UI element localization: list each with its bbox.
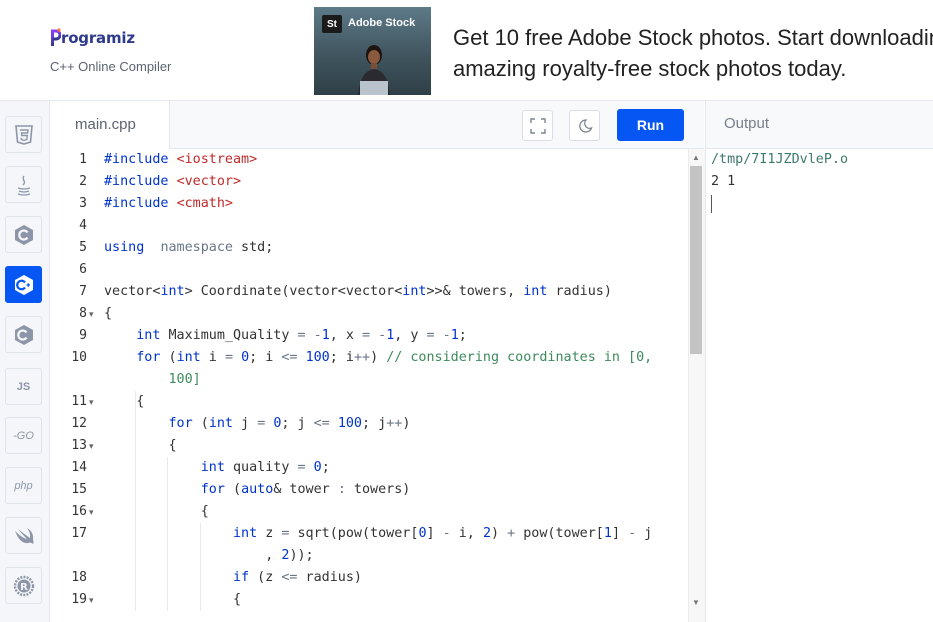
lang-c-button[interactable] [5, 216, 42, 253]
output-header: Output [705, 101, 933, 149]
line-number: 7 [79, 284, 87, 299]
line-number [50, 369, 87, 391]
code-line: 100] [168, 372, 201, 387]
line-number: 2 [79, 174, 87, 189]
ad-brand: Adobe Stock [348, 17, 416, 29]
page-subtitle: C++ Online Compiler [50, 59, 172, 74]
lang-swift-button[interactable] [5, 517, 42, 554]
editor-scrollbar-thumb[interactable] [690, 166, 702, 354]
fold-arrow-icon[interactable]: ▾ [89, 435, 94, 457]
line-number: 5 [79, 240, 87, 255]
fold-arrow-icon[interactable]: ▾ [89, 501, 94, 523]
html5-icon [14, 124, 33, 145]
rust-icon: R [13, 575, 34, 596]
fold-arrow-icon[interactable]: ▾ [89, 589, 94, 611]
line-number: 11 [71, 394, 87, 409]
code-line: , 2)); [104, 548, 314, 563]
ad-text-line-2: amazing royalty-free stock photos today. [453, 56, 847, 81]
line-number: 15 [71, 482, 87, 497]
code-line: for (int j = 0; j <= 100; j++) [168, 416, 411, 431]
code-line: using namespace std; [104, 240, 274, 255]
lang-go-button[interactable]: -GO [5, 417, 42, 454]
editor-toolbar: main.cpp Run [50, 101, 704, 149]
line-number: 3 [79, 196, 87, 211]
output-cursor [711, 195, 712, 213]
line-number: 17 [71, 526, 87, 541]
programiz-logo[interactable]: rogramiz [50, 26, 135, 50]
code-line: int quality = 0; [200, 460, 330, 475]
line-number: 1 [79, 152, 87, 167]
file-tab-main-cpp[interactable]: main.cpp [50, 101, 170, 149]
scroll-down-arrow-icon[interactable]: ▼ [692, 598, 700, 607]
lang-cpp-button[interactable] [5, 266, 42, 303]
ad-text-line-1: Get 10 free Adobe Stock photos. Start do… [453, 25, 933, 50]
ad-text[interactable]: Get 10 free Adobe Stock photos. Start do… [453, 22, 933, 84]
java-icon [17, 175, 30, 196]
line-number-gutter: 1 2 3 4 5 6 7 8 ▾ 9 10 11 ▾ 12 13 ▾ 14 15 16 ▾ 17 18 19 ▾ [50, 149, 100, 622]
output-panel[interactable]: /tmp/7I1JZDvleP.o 2 1 [705, 149, 933, 622]
programiz-logo-icon [50, 28, 62, 48]
line-number: 18 [71, 570, 87, 585]
svg-text:R: R [20, 582, 28, 593]
code-line: { [104, 394, 145, 409]
output-result: 2 1 [711, 174, 736, 189]
run-button[interactable]: Run [617, 109, 684, 141]
scroll-up-arrow-icon[interactable]: ▲ [692, 153, 700, 162]
javascript-label: JS [16, 380, 31, 393]
code-line: for (auto& tower : towers) [200, 482, 411, 497]
line-number: 19 [71, 592, 87, 607]
line-number: 16 [71, 504, 87, 519]
lang-csharp-button[interactable] [5, 316, 42, 353]
logo-text: rogramiz [61, 29, 135, 47]
line-number: 14 [71, 460, 87, 475]
fullscreen-button[interactable] [522, 110, 553, 141]
code-line: for (int i = 0; i <= 100; i++) // consid… [136, 350, 653, 365]
code-line: vector<int> Coordinate(vector<vector<int… [104, 284, 612, 299]
lang-javascript-button[interactable]: JS [5, 368, 42, 405]
cpp-icon [14, 274, 33, 295]
code-line: if (z <= radius) [233, 570, 362, 585]
header: rogramiz C++ Online Compiler St Adobe St… [0, 0, 933, 101]
line-number: 12 [71, 416, 87, 431]
ad-person-photo [358, 45, 390, 95]
line-number: 10 [71, 350, 87, 365]
line-number: 9 [79, 328, 87, 343]
adobe-stock-badge: St [322, 15, 342, 33]
output-title: Output [724, 115, 770, 132]
c-icon [14, 224, 33, 245]
theme-toggle-button[interactable] [569, 110, 600, 141]
lang-rust-button[interactable]: R [5, 567, 42, 604]
code-line: { [104, 306, 113, 321]
code-line: #include <vector> [104, 174, 242, 189]
code-editor[interactable]: 1 2 3 4 5 6 7 8 ▾ 9 10 11 ▾ 12 13 ▾ 14 15 16 ▾ 17 18 19 ▾ #incl… [50, 149, 688, 622]
go-label: -GO [13, 429, 34, 442]
swift-icon [14, 527, 33, 544]
moon-icon [578, 118, 593, 133]
php-label: php [14, 479, 33, 492]
code-line: #include <iostream> [104, 152, 258, 167]
code-line: { [104, 592, 242, 607]
line-number [50, 545, 87, 567]
lang-html5-button[interactable] [5, 116, 42, 153]
output-path: /tmp/7I1JZDvleP.o [711, 152, 849, 167]
code-line: int Maximum_Quality = -1, x = -1, y = -1… [136, 328, 467, 343]
fullscreen-icon [529, 117, 546, 134]
language-sidebar: JS -GO php R [0, 101, 50, 622]
line-number: 8 [79, 306, 87, 321]
lang-php-button[interactable]: php [5, 467, 42, 504]
csharp-icon [14, 324, 33, 345]
line-number: 4 [79, 218, 87, 233]
fold-arrow-icon[interactable]: ▾ [89, 391, 94, 413]
line-number: 6 [79, 262, 87, 277]
ad-image[interactable]: St Adobe Stock [314, 7, 431, 95]
fold-arrow-icon[interactable]: ▾ [89, 303, 94, 325]
lang-java-button[interactable] [5, 166, 42, 203]
code-line: int z = sqrt(pow(tower[0] - i, 2) + pow(… [233, 526, 653, 541]
code-line: #include <cmath> [104, 196, 233, 211]
line-number: 13 [71, 438, 87, 453]
code-line: { [104, 504, 209, 519]
code-line: { [104, 438, 177, 453]
